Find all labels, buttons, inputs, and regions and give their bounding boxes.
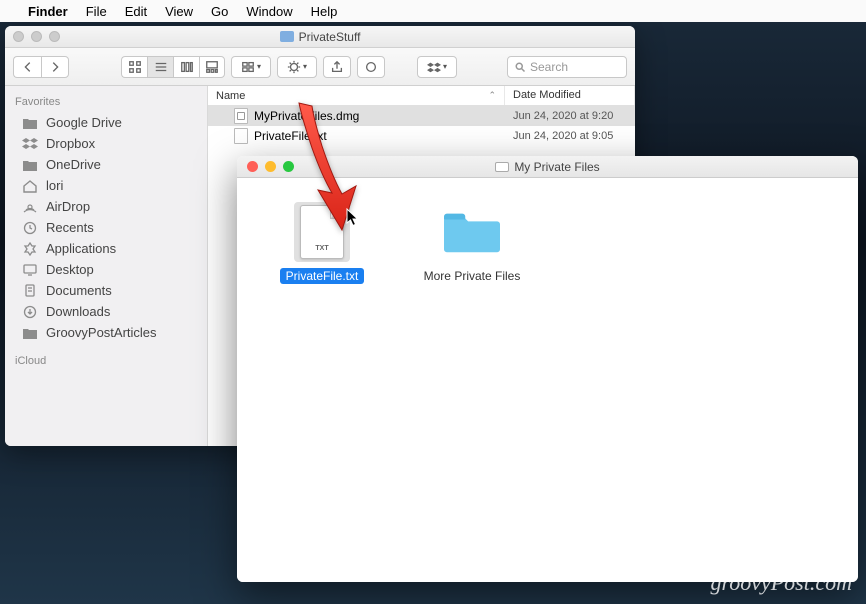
menu-window[interactable]: Window — [246, 4, 292, 19]
sidebar-item-applications[interactable]: Applications — [5, 238, 207, 259]
icon-view[interactable]: PrivateFile.txt More Private Files — [237, 178, 858, 582]
back-button[interactable] — [13, 56, 41, 78]
search-icon — [514, 61, 526, 73]
sidebar-item-documents[interactable]: Documents — [5, 280, 207, 301]
clock-icon — [21, 221, 39, 235]
search-field[interactable]: Search — [507, 56, 627, 78]
apps-icon — [21, 242, 39, 256]
search-placeholder: Search — [530, 60, 568, 74]
titlebar[interactable]: PrivateStuff — [5, 26, 635, 48]
folder-more-private-files[interactable]: More Private Files — [417, 202, 527, 284]
sidebar-item-desktop[interactable]: Desktop — [5, 259, 207, 280]
nav-buttons — [13, 56, 69, 78]
sidebar-item-dropbox[interactable]: Dropbox — [5, 133, 207, 154]
favorites-heading: Favorites — [5, 92, 207, 112]
icloud-heading: iCloud — [5, 351, 207, 371]
menu-help[interactable]: Help — [311, 4, 338, 19]
close-button[interactable] — [247, 161, 258, 172]
txt-file-icon — [300, 205, 344, 259]
folder-label: More Private Files — [418, 268, 527, 284]
menu-edit[interactable]: Edit — [125, 4, 147, 19]
dmg-icon — [234, 108, 248, 124]
disk-icon — [495, 162, 509, 172]
tags-button[interactable] — [357, 56, 385, 78]
home-icon — [21, 179, 39, 193]
folder-icon — [21, 116, 39, 130]
toolbar: ▾ ▾ ▾ Search — [5, 48, 635, 86]
name-column-header[interactable]: Name⌃ — [208, 86, 505, 105]
finder-window-myprivatefiles: My Private Files PrivateFile.txt More Pr… — [237, 156, 858, 582]
sidebar-item-google-drive[interactable]: Google Drive — [5, 112, 207, 133]
column-view-button[interactable] — [173, 56, 199, 78]
window-title: PrivateStuff — [299, 30, 361, 44]
dropbox-button[interactable]: ▾ — [417, 56, 457, 78]
column-headers: Name⌃ Date Modified — [208, 86, 635, 106]
sidebar-item-recents[interactable]: Recents — [5, 217, 207, 238]
share-button[interactable] — [323, 56, 351, 78]
file-row[interactable]: PrivateFile.txt Jun 24, 2020 at 9:05 — [208, 126, 635, 146]
group-button[interactable]: ▾ — [231, 56, 271, 78]
menu-go[interactable]: Go — [211, 4, 228, 19]
docs-icon — [21, 284, 39, 298]
folder-icon — [444, 209, 500, 255]
folder-icon — [21, 326, 39, 340]
watermark: groovyPost.com — [710, 570, 852, 596]
zoom-button[interactable] — [283, 161, 294, 172]
minimize-button[interactable] — [265, 161, 276, 172]
folder-icon — [280, 31, 294, 42]
download-icon — [21, 305, 39, 319]
sidebar-item-onedrive[interactable]: OneDrive — [5, 154, 207, 175]
file-privatefile-txt[interactable]: PrivateFile.txt — [267, 202, 377, 284]
txt-icon — [234, 128, 248, 144]
sidebar: Favorites Google Drive Dropbox OneDrive … — [5, 86, 208, 446]
titlebar[interactable]: My Private Files — [237, 156, 858, 178]
date-column-header[interactable]: Date Modified — [505, 86, 635, 105]
window-title: My Private Files — [514, 160, 599, 174]
folder-icon — [21, 158, 39, 172]
forward-button[interactable] — [41, 56, 69, 78]
sidebar-item-groovypost[interactable]: GroovyPostArticles — [5, 322, 207, 343]
menubar: Finder File Edit View Go Window Help — [0, 0, 866, 22]
sidebar-item-downloads[interactable]: Downloads — [5, 301, 207, 322]
traffic-lights[interactable] — [13, 31, 60, 42]
view-mode-buttons — [121, 56, 225, 78]
menu-file[interactable]: File — [86, 4, 107, 19]
icon-view-button[interactable] — [121, 56, 147, 78]
traffic-lights[interactable] — [247, 161, 294, 172]
action-button[interactable]: ▾ — [277, 56, 317, 78]
list-view-button[interactable] — [147, 56, 173, 78]
menu-view[interactable]: View — [165, 4, 193, 19]
app-name[interactable]: Finder — [28, 4, 68, 19]
file-label: PrivateFile.txt — [280, 268, 365, 284]
file-row[interactable]: MyPrivateFiles.dmg Jun 24, 2020 at 9:20 — [208, 106, 635, 126]
sidebar-item-home[interactable]: lori — [5, 175, 207, 196]
gallery-view-button[interactable] — [199, 56, 225, 78]
dropbox-icon — [21, 137, 39, 151]
desktop-icon — [21, 263, 39, 277]
sidebar-item-airdrop[interactable]: AirDrop — [5, 196, 207, 217]
airdrop-icon — [21, 200, 39, 214]
